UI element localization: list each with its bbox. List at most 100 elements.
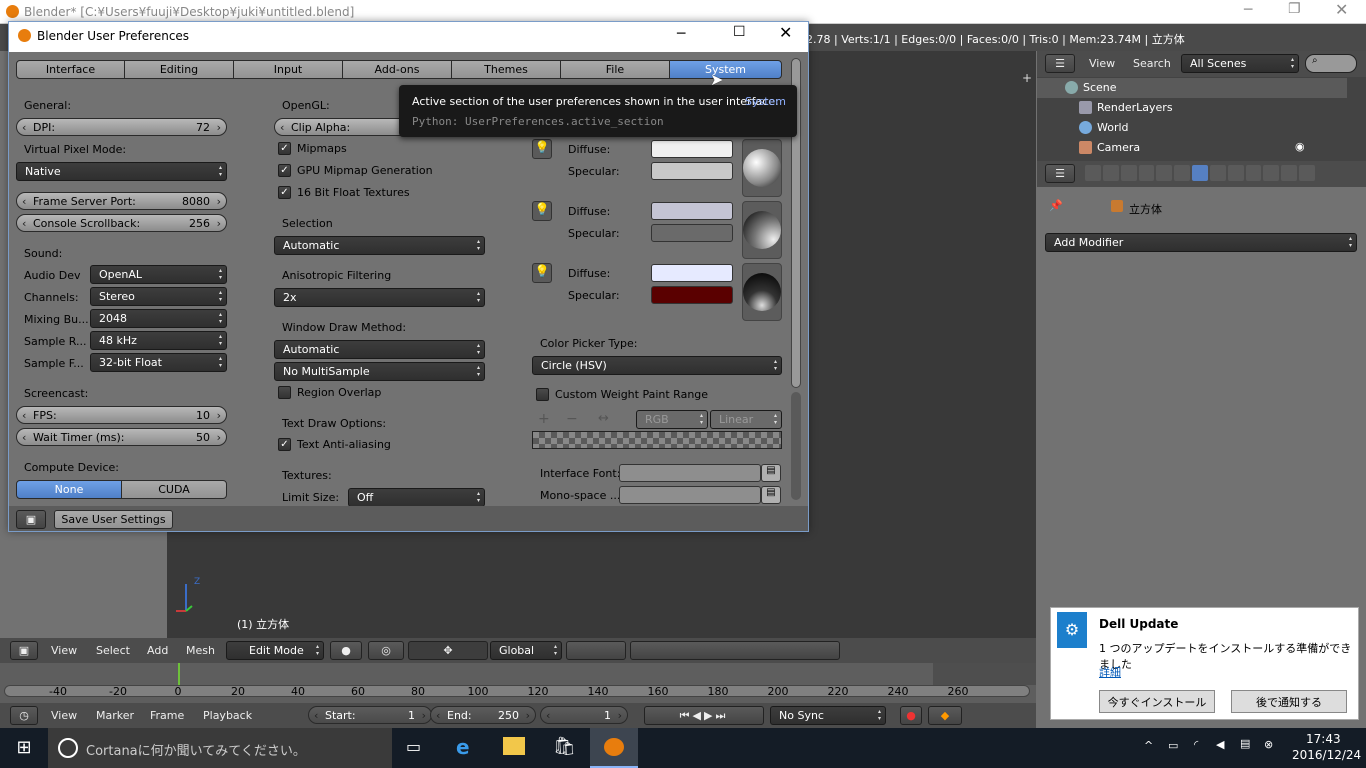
editor-type-button[interactable]: ☰ [1045,164,1075,183]
light-3-diffuse-color[interactable] [651,264,733,282]
minimize-icon[interactable]: ─ [677,26,685,42]
sample-format-dropdown[interactable]: 32-bit Float [90,353,227,372]
mesh-menu[interactable]: Mesh [186,644,215,657]
explorer-icon[interactable] [503,737,525,755]
fps-field[interactable]: FPS:10 [16,406,227,424]
outliner-search-input[interactable]: ⌕ [1305,54,1357,73]
tl-frame-menu[interactable]: Frame [150,709,184,722]
edge-icon[interactable]: e [456,735,470,759]
start-frame-field[interactable]: Start:1 [308,706,432,724]
task-view-icon[interactable]: ▭ [406,737,421,756]
remind-later-button[interactable]: 後で通知する [1231,690,1347,713]
outliner-search-menu[interactable]: Search [1133,57,1171,70]
tl-marker-menu[interactable]: Marker [96,709,134,722]
layer-buttons[interactable] [566,641,626,660]
clock-date[interactable]: 2016/12/24 [1292,748,1361,762]
gpu-mipmap-checkbox[interactable]: ✓ GPU Mipmap Generation [278,164,433,177]
cortana-search[interactable]: Cortanaに何か聞いてみてください。 [48,728,392,768]
region-overlap-checkbox[interactable]: Region Overlap [278,386,381,399]
mono-font-field[interactable] [619,486,761,504]
orientation-dropdown[interactable]: Global [490,641,562,660]
tab-themes[interactable]: Themes [451,60,561,79]
tab-interface[interactable]: Interface [16,60,125,79]
tl-view-menu[interactable]: View [51,709,77,722]
light-1-specular-color[interactable] [651,162,733,180]
sample-rate-dropdown[interactable]: 48 kHz [90,331,227,350]
close-circle-icon[interactable]: ⊗ [1264,738,1273,751]
clock-time[interactable]: 17:43 [1306,732,1341,746]
record-button[interactable]: ● [900,706,922,725]
selection-dropdown[interactable]: Automatic [274,236,485,255]
editor-type-button[interactable]: ◷ [10,706,38,725]
wifi-icon[interactable]: ◜ [1194,738,1198,751]
close-icon[interactable]: ✕ [1335,0,1348,19]
wait-timer-field[interactable]: Wait Timer (ms):50 [16,428,227,446]
color-picker-dropdown[interactable]: Circle (HSV) [532,356,782,375]
dpi-field[interactable]: DPI:72 [16,118,227,136]
start-button[interactable]: ⊞ [0,728,48,768]
store-icon[interactable]: 🛍 [553,736,576,757]
light-1-direction-sphere[interactable] [742,139,782,197]
tl-playback-menu[interactable]: Playback [203,709,252,722]
current-frame-field[interactable]: 1 [540,706,628,724]
snap-buttons[interactable] [630,641,840,660]
light-3-direction-sphere[interactable] [742,263,782,321]
list-item[interactable]: RenderLayers [1037,98,1347,118]
battery-icon[interactable]: ▭ [1168,739,1178,752]
pin-icon[interactable]: 📌 [1049,199,1063,212]
end-frame-field[interactable]: End:250 [430,706,536,724]
minimize-icon[interactable]: ─ [1244,2,1252,18]
light-2-toggle[interactable]: 💡 [532,201,552,221]
tab-editing[interactable]: Editing [124,60,234,79]
eye-icon[interactable]: ◉ [1295,140,1305,153]
keyframe-button[interactable]: ◆ [928,706,962,725]
tab-system[interactable]: System [669,60,782,79]
console-scrollback-field[interactable]: Console Scrollback:256 [16,214,227,232]
tab-file[interactable]: File [560,60,670,79]
light-3-specular-color[interactable] [651,286,733,304]
window-draw-dropdown[interactable]: Automatic [274,340,485,359]
volume-icon[interactable]: ◀ [1216,738,1224,751]
list-item[interactable]: World [1037,118,1347,138]
outliner-view-menu[interactable]: View [1089,57,1115,70]
maximize-icon[interactable]: ☐ [733,24,746,40]
add-modifier-dropdown[interactable]: Add Modifier [1045,233,1357,252]
install-now-button[interactable]: 今すぐインストール [1099,690,1215,713]
mipmaps-checkbox[interactable]: ✓ Mipmaps [278,142,347,155]
add-panel-icon[interactable]: + [1022,71,1032,85]
tab-input[interactable]: Input [233,60,343,79]
light-1-diffuse-color[interactable] [651,140,733,158]
editor-type-button[interactable]: ☰ [1045,54,1075,73]
folder-icon[interactable]: ▤ [761,486,781,504]
tab-addons[interactable]: Add-ons [342,60,452,79]
restore-icon[interactable]: ❐ [1288,1,1301,17]
vpm-dropdown[interactable]: Native [16,162,227,181]
pivot-button[interactable]: ◎ [368,641,404,660]
frame-server-port-field[interactable]: Frame Server Port:8080 [16,192,227,210]
interface-font-field[interactable] [619,464,761,482]
weight-range-checkbox[interactable]: Custom Weight Paint Range [536,388,708,401]
scenes-dropdown[interactable]: All Scenes [1181,54,1299,73]
light-2-direction-sphere[interactable] [742,201,782,259]
list-item[interactable]: Scene [1037,78,1347,98]
list-item[interactable]: Camera ◉ [1037,138,1347,158]
timeline[interactable]: -40 -20 0 20 40 60 80 100 120 140 160 180 200 220 240 2… [0,663,1036,703]
notification-link[interactable]: 詳細 [1099,664,1121,680]
multisample-dropdown[interactable]: No MultiSample [274,362,485,381]
property-tabs[interactable] [1085,165,1315,183]
float-textures-checkbox[interactable]: ✓ 16 Bit Float Textures [278,186,410,199]
playback-controls[interactable]: ⏮◀▶⏭ [644,706,764,725]
audio-device-dropdown[interactable]: OpenAL [90,265,227,284]
anisotropic-dropdown[interactable]: 2x [274,288,485,307]
editor-type-button[interactable]: ▣ [10,641,38,660]
light-2-specular-color[interactable] [651,224,733,242]
notifications-icon[interactable]: ▤ [1240,737,1250,750]
mixing-buffer-dropdown[interactable]: 2048 [90,309,227,328]
limit-size-dropdown[interactable]: Off [348,488,485,507]
folder-icon[interactable]: ▤ [761,464,781,482]
tray-chevron-icon[interactable]: ^ [1144,739,1153,752]
text-aa-checkbox[interactable]: ✓ Text Anti-aliasing [278,438,391,451]
view-menu[interactable]: View [51,644,77,657]
channels-dropdown[interactable]: Stereo [90,287,227,306]
select-menu[interactable]: Select [96,644,130,657]
